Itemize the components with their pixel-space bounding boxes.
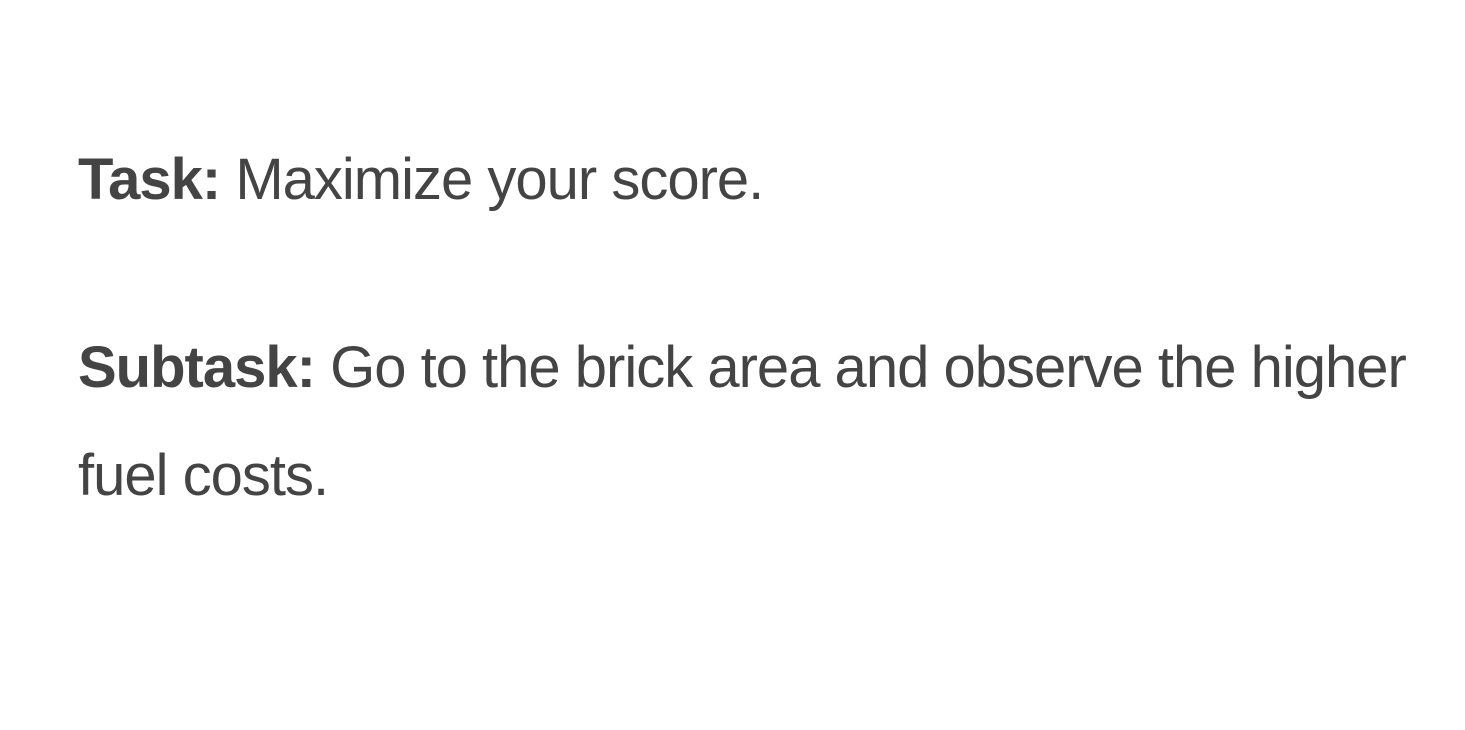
- subtask-label: Subtask:: [78, 335, 316, 400]
- subtask-line: Subtask: Go to the brick area and observ…: [78, 314, 1418, 530]
- instruction-panel: Task: Maximize your score. Subtask: Go t…: [78, 128, 1418, 530]
- task-text: Maximize your score.: [235, 147, 764, 212]
- task-label: Task:: [78, 147, 221, 212]
- task-line: Task: Maximize your score.: [78, 128, 1418, 232]
